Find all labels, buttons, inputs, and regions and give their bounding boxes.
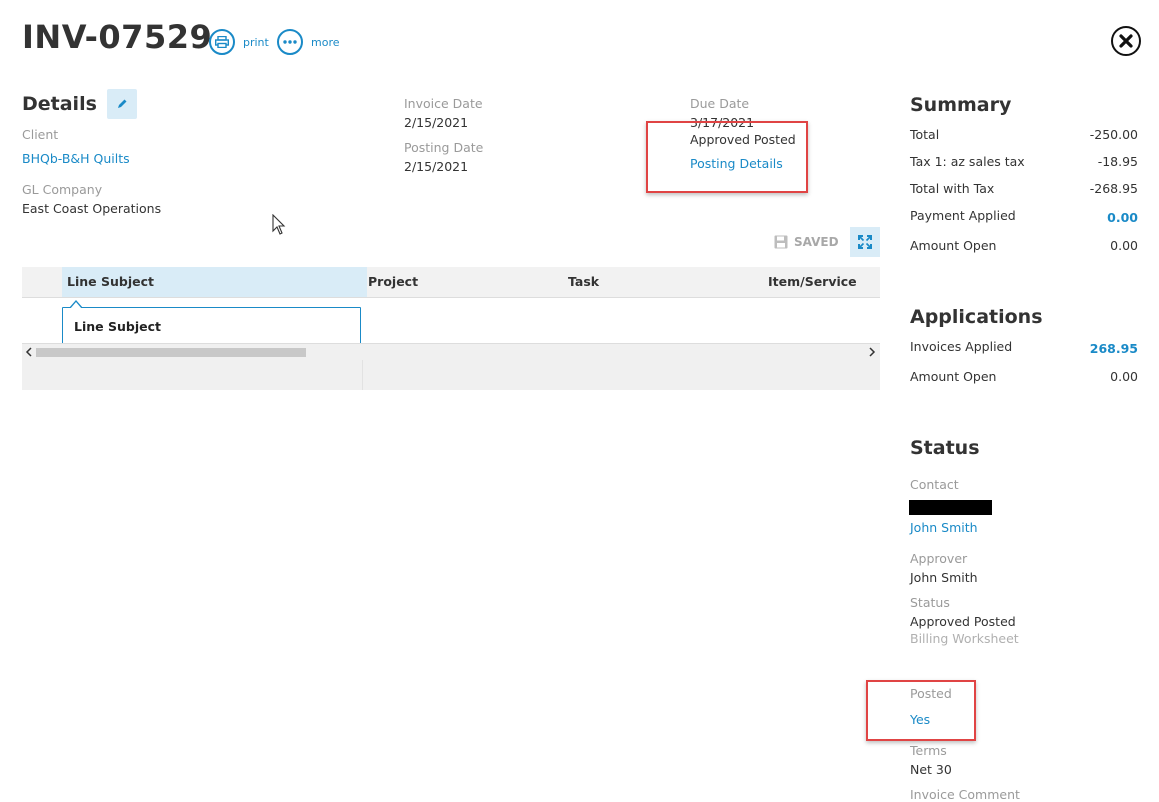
- summary-row-tax: Tax 1: az sales tax -18.95: [910, 154, 1138, 169]
- client-link[interactable]: BHQb-B&H Quilts: [22, 151, 130, 166]
- details-heading: Details: [22, 93, 97, 115]
- scroll-left-icon[interactable]: [25, 347, 33, 357]
- posting-date-value: 2/15/2021: [404, 159, 469, 174]
- column-header-task[interactable]: Task: [568, 267, 599, 297]
- summary-row-total-with-tax: Total with Tax -268.95: [910, 181, 1138, 196]
- applications-heading: Applications: [910, 306, 1043, 328]
- redacted-block: [909, 500, 992, 515]
- column-header-item-service[interactable]: Item/Service: [768, 267, 857, 297]
- summary-value: -18.95: [1097, 154, 1138, 169]
- contact-link[interactable]: John Smith: [910, 520, 978, 535]
- column-tooltip: Line Subject: [62, 300, 361, 347]
- summary-row-total: Total -250.00: [910, 127, 1138, 142]
- applications-label: Amount Open: [910, 369, 997, 384]
- gl-company-label: GL Company: [22, 182, 103, 197]
- status-sub-value: Billing Worksheet: [910, 631, 1019, 646]
- close-button[interactable]: [1111, 26, 1141, 56]
- summary-value: -268.95: [1089, 181, 1138, 196]
- summary-label: Total with Tax: [910, 181, 995, 196]
- horizontal-scrollbar[interactable]: [22, 343, 880, 361]
- approver-value: John Smith: [910, 570, 978, 585]
- invoice-title: INV-07529: [22, 18, 213, 56]
- highlight-box-posting: [646, 121, 808, 193]
- contact-label: Contact: [910, 477, 959, 492]
- printer-icon: [215, 36, 229, 48]
- grid-header: Line Subject Project Task Item/Service: [22, 267, 880, 298]
- expand-grid-button[interactable]: [850, 227, 880, 257]
- summary-value: 0.00: [1110, 238, 1138, 253]
- save-disk-icon: [774, 235, 788, 249]
- terms-value: Net 30: [910, 762, 952, 777]
- column-header-line-subject[interactable]: Line Subject: [62, 267, 367, 297]
- summary-row-payment-applied: Payment Applied 0.00: [910, 208, 1138, 225]
- tooltip-text: Line Subject: [74, 319, 161, 334]
- status-value: Approved Posted: [910, 614, 1016, 629]
- invoices-applied-link[interactable]: 268.95: [1090, 341, 1138, 356]
- summary-label: Amount Open: [910, 238, 997, 253]
- invoice-date-label: Invoice Date: [404, 96, 483, 111]
- payment-applied-link[interactable]: 0.00: [1107, 210, 1138, 225]
- applications-value: 0.00: [1110, 369, 1138, 384]
- print-link[interactable]: print: [243, 36, 269, 49]
- summary-label: Total: [910, 127, 940, 142]
- column-header-project[interactable]: Project: [368, 267, 418, 297]
- print-button[interactable]: [209, 29, 235, 55]
- summary-value: -250.00: [1089, 127, 1138, 142]
- cursor-icon: [272, 214, 286, 235]
- posting-date-label: Posting Date: [404, 140, 484, 155]
- approver-label: Approver: [910, 551, 968, 566]
- summary-heading: Summary: [910, 94, 1012, 116]
- status-label: Status: [910, 595, 950, 610]
- highlight-box-posted: [866, 680, 976, 741]
- summary-row-amount-open: Amount Open 0.00: [910, 238, 1138, 253]
- ellipsis-icon: [283, 40, 297, 44]
- scrollbar-thumb[interactable]: [36, 348, 306, 357]
- saved-label: SAVED: [794, 235, 839, 249]
- pencil-icon: [118, 99, 127, 108]
- more-link[interactable]: more: [311, 36, 340, 49]
- invoice-date-value: 2/15/2021: [404, 115, 469, 130]
- gl-company-value: East Coast Operations: [22, 201, 162, 216]
- edit-details-button[interactable]: [107, 89, 137, 119]
- invoice-comment-label: Invoice Comment: [910, 787, 1020, 802]
- applications-row-amount-open: Amount Open 0.00: [910, 369, 1138, 384]
- close-icon: [1119, 34, 1133, 48]
- status-heading: Status: [910, 437, 980, 459]
- grid-footer-row: [22, 360, 880, 390]
- expand-icon: [858, 235, 872, 249]
- applications-row-invoices-applied: Invoices Applied 268.95: [910, 339, 1138, 356]
- scroll-right-icon[interactable]: [868, 347, 876, 357]
- terms-label: Terms: [910, 743, 947, 758]
- due-date-label: Due Date: [690, 96, 750, 111]
- client-label: Client: [22, 127, 59, 142]
- applications-label: Invoices Applied: [910, 339, 1013, 354]
- summary-label: Tax 1: az sales tax: [910, 154, 1025, 169]
- more-button[interactable]: [277, 29, 303, 55]
- summary-label: Payment Applied: [910, 208, 1016, 223]
- saved-button[interactable]: SAVED: [774, 233, 839, 251]
